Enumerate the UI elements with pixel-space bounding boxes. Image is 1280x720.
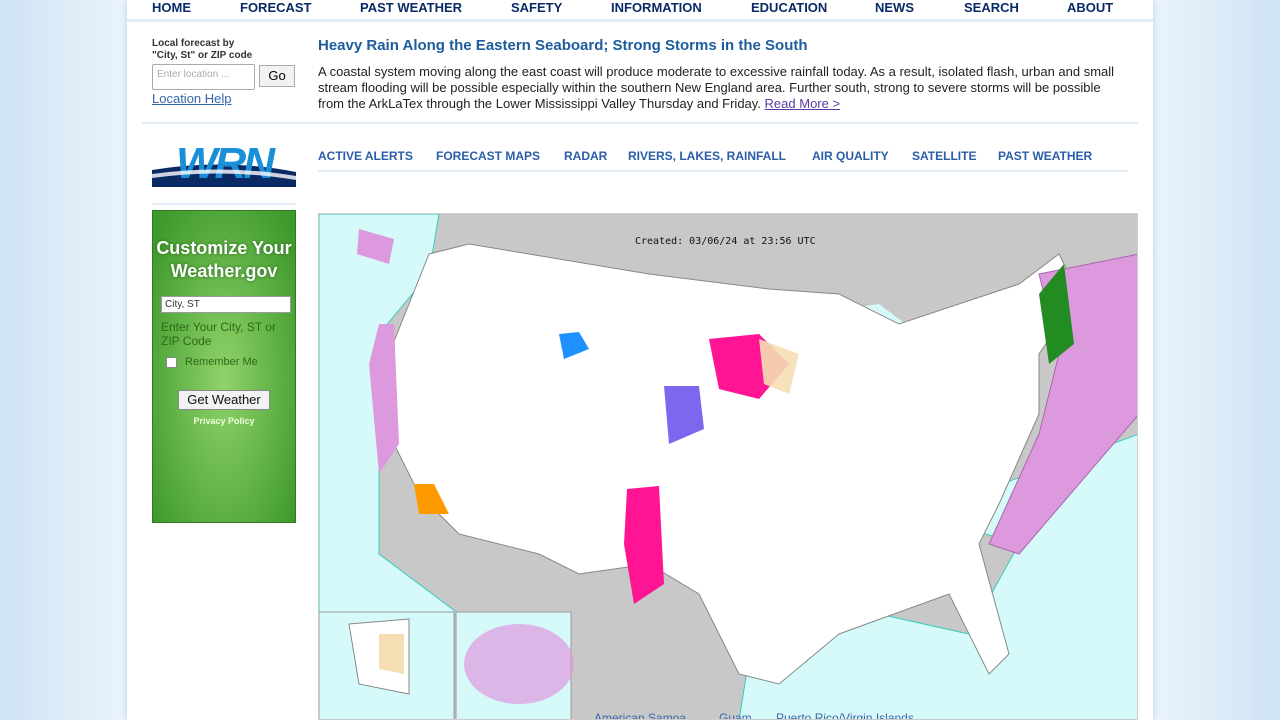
remember-checkbox[interactable] xyxy=(166,356,177,368)
local-forecast-label: Local forecast by "City, St" or ZIP code xyxy=(152,38,252,62)
svg-text:WRN: WRN xyxy=(176,140,276,187)
news-headline[interactable]: Heavy Rain Along the Eastern Seaboard; S… xyxy=(318,37,808,54)
nav-information[interactable]: INFORMATION xyxy=(611,0,702,15)
map-created-timestamp: Created: 03/06/24 at 23:56 UTC xyxy=(635,236,816,247)
nav-home[interactable]: HOME xyxy=(152,0,191,15)
read-more-link[interactable]: Read More > xyxy=(765,96,841,111)
subnav-past-weather[interactable]: PAST WEATHER xyxy=(998,149,1092,163)
privacy-policy-link[interactable]: Privacy Policy xyxy=(153,416,295,426)
nav-news[interactable]: NEWS xyxy=(875,0,914,15)
remember-label: Remember Me xyxy=(185,356,258,368)
subnav-rivers[interactable]: RIVERS, LAKES, RAINFALL xyxy=(628,149,786,163)
label-line: Local forecast by xyxy=(152,38,235,49)
nav-about[interactable]: ABOUT xyxy=(1067,0,1113,15)
subnav-forecast-maps[interactable]: FORECAST MAPS xyxy=(436,149,540,163)
customize-title: Customize Your Weather.gov xyxy=(156,238,292,281)
subnav-satellite[interactable]: SATELLITE xyxy=(912,149,976,163)
remember-me[interactable]: Remember Me xyxy=(166,356,295,368)
nav-forecast[interactable]: FORECAST xyxy=(240,0,312,15)
label-line: "City, St" or ZIP code xyxy=(152,50,253,61)
city-input[interactable]: City, ST xyxy=(161,296,291,313)
subnav-active-alerts[interactable]: ACTIVE ALERTS xyxy=(318,149,413,163)
sub-nav: ACTIVE ALERTS FORECAST MAPS RADAR RIVERS… xyxy=(318,149,1128,172)
location-help-link[interactable]: Location Help xyxy=(152,91,232,106)
link-guam[interactable]: Guam xyxy=(719,711,752,719)
us-alert-map[interactable] xyxy=(319,214,1138,720)
nav-safety[interactable]: SAFETY xyxy=(511,0,562,15)
go-button[interactable]: Go xyxy=(259,65,295,87)
news-text: A coastal system moving along the east c… xyxy=(318,64,1115,111)
customize-panel: Customize Your Weather.gov City, ST Ente… xyxy=(152,210,296,523)
news-body: A coastal system moving along the east c… xyxy=(318,64,1128,112)
wrn-logo[interactable]: WRN xyxy=(152,140,296,187)
nav-search[interactable]: SEARCH xyxy=(964,0,1019,15)
nav-education[interactable]: EDUCATION xyxy=(751,0,827,15)
subnav-air-quality[interactable]: AIR QUALITY xyxy=(812,149,889,163)
get-weather-button[interactable]: Get Weather xyxy=(178,390,270,410)
page: HOME FORECAST PAST WEATHER SAFETY INFORM… xyxy=(127,0,1153,720)
city-hint: Enter Your City, ST or ZIP Code xyxy=(161,320,276,348)
divider xyxy=(152,203,296,205)
divider xyxy=(142,122,1138,124)
location-input[interactable]: Enter location ... xyxy=(152,64,255,90)
link-puerto-rico[interactable]: Puerto Rico/Virgin Islands xyxy=(776,711,914,719)
top-nav: HOME FORECAST PAST WEATHER SAFETY INFORM… xyxy=(127,0,1153,22)
subnav-radar[interactable]: RADAR xyxy=(564,149,607,163)
link-american-samoa[interactable]: American Samoa xyxy=(594,711,686,719)
nav-past-weather[interactable]: PAST WEATHER xyxy=(360,0,462,15)
alerts-map[interactable]: Created: 03/06/24 at 23:56 UTC American … xyxy=(318,213,1138,720)
